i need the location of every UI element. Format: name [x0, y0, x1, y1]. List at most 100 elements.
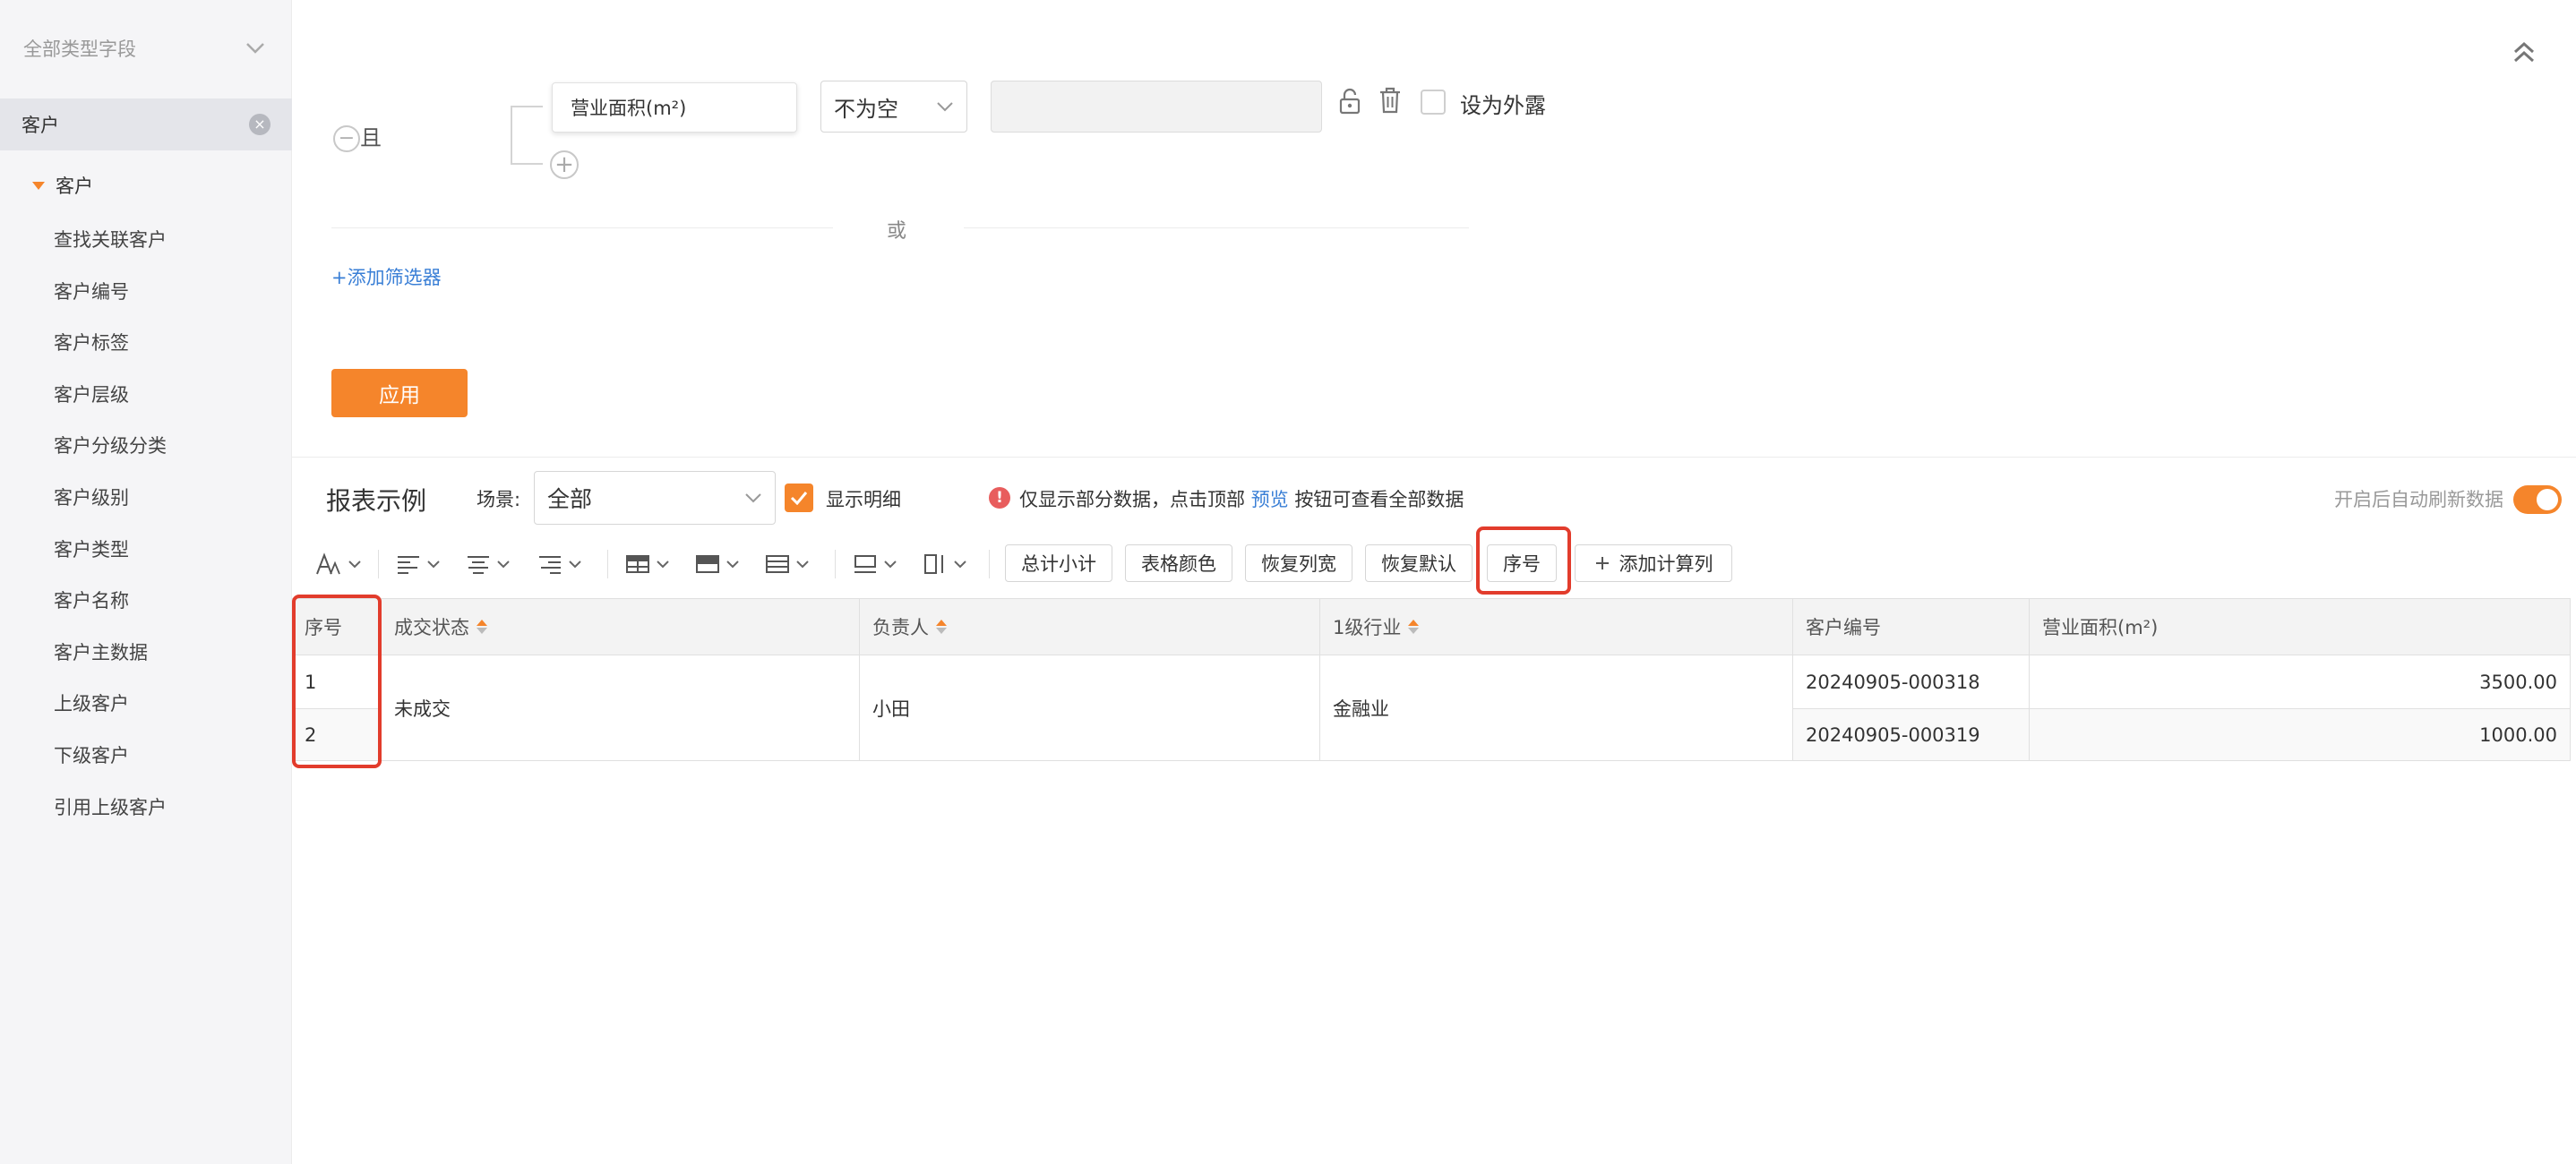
- subtotal-button[interactable]: 总计小计: [1005, 544, 1112, 582]
- tree-item[interactable]: 客户类型: [54, 528, 167, 580]
- selected-object-label: 客户: [21, 115, 59, 136]
- filter-field-select[interactable]: 营业面积(m²): [552, 82, 797, 133]
- column-header-owner[interactable]: 负责人: [860, 598, 1320, 655]
- section-divider: [292, 457, 2576, 458]
- tree-item[interactable]: 上级客户: [54, 682, 167, 734]
- tree-item[interactable]: 客户编号: [54, 270, 167, 322]
- chevron-down-icon: [242, 35, 269, 62]
- align-left-icon: [398, 556, 419, 574]
- tree-root-customer[interactable]: 客户: [32, 172, 93, 199]
- table-grid-icon: [626, 555, 649, 573]
- tree-item[interactable]: 查找关联客户: [54, 218, 167, 270]
- tree-item[interactable]: 下级客户: [54, 734, 167, 786]
- sidebar: 全部类型字段 客户 × 客户 查找关联客户 客户编号 客户标签 客户层级 客户分…: [0, 0, 292, 1164]
- scene-select[interactable]: 全部: [534, 471, 776, 525]
- notice-suffix: 按钮可查看全部数据: [1294, 489, 1464, 510]
- tree-item[interactable]: 引用上级客户: [54, 786, 167, 838]
- sort-icon[interactable]: [477, 620, 487, 634]
- field-type-select[interactable]: 全部类型字段: [0, 16, 292, 81]
- scene-select-value: 全部: [547, 486, 593, 512]
- column-header-label: 成交状态: [394, 617, 469, 638]
- show-detail-checkbox[interactable]: [785, 484, 813, 512]
- or-divider-left: [331, 227, 833, 228]
- tree-root-label: 客户: [56, 175, 93, 197]
- clear-icon[interactable]: ×: [249, 114, 270, 135]
- collapse-up-icon[interactable]: [2508, 36, 2540, 68]
- column-width-dropdown[interactable]: [923, 548, 967, 580]
- font-size-dropdown[interactable]: [315, 548, 362, 580]
- warning-icon: !: [989, 487, 1010, 509]
- chevron-down-icon: [954, 561, 966, 569]
- highlight-serial-column: [292, 595, 382, 768]
- filter-operator-select[interactable]: 不为空: [820, 81, 967, 133]
- table-cell-customer-no: 20240905-000318: [1793, 655, 2030, 709]
- table-layout-dropdown[interactable]: [625, 548, 670, 580]
- filter-operator-label: 不为空: [834, 96, 898, 122]
- row-style-dropdown[interactable]: [765, 548, 810, 580]
- column-header-deal-status[interactable]: 成交状态: [382, 598, 860, 655]
- chevron-down-icon: [884, 561, 897, 569]
- column-header-label: 营业面积(m²): [2042, 617, 2159, 638]
- column-header-area[interactable]: 营业面积(m²): [2030, 598, 2571, 655]
- tree-item[interactable]: 客户分级分类: [54, 424, 167, 476]
- expose-checkbox[interactable]: [1421, 90, 1446, 115]
- field-type-select-label: 全部类型字段: [23, 39, 136, 60]
- trash-icon[interactable]: [1378, 86, 1403, 115]
- reset-column-width-button[interactable]: 恢复列宽: [1245, 544, 1352, 582]
- caret-down-icon: [32, 181, 45, 190]
- chevron-down-icon: [427, 561, 440, 569]
- sort-icon[interactable]: [936, 620, 947, 634]
- apply-button[interactable]: 应用: [331, 369, 468, 417]
- chevron-down-icon: [569, 561, 581, 569]
- highlight-serial-button: [1476, 526, 1571, 595]
- show-detail-label: 显示明细: [826, 489, 901, 510]
- tree-item[interactable]: 客户级别: [54, 476, 167, 528]
- selected-object-tag[interactable]: 客户 ×: [0, 98, 292, 150]
- header-style-dropdown[interactable]: [695, 548, 740, 580]
- tree-item[interactable]: 客户主数据: [54, 631, 167, 683]
- align-right-dropdown[interactable]: [537, 548, 582, 580]
- table-rows-icon: [766, 555, 789, 573]
- chevron-down-icon: [657, 561, 669, 569]
- chevron-down-icon: [497, 561, 510, 569]
- field-tree: 查找关联客户 客户编号 客户标签 客户层级 客户分级分类 客户级别 客户类型 客…: [54, 218, 167, 837]
- auto-refresh-toggle[interactable]: [2513, 485, 2562, 514]
- remove-group-icon[interactable]: −: [333, 125, 360, 152]
- toolbar-separator: [607, 550, 608, 578]
- add-condition-icon[interactable]: +: [550, 150, 579, 179]
- tree-item[interactable]: 客户名称: [54, 579, 167, 631]
- table-cell-industry: 金融业: [1320, 655, 1793, 761]
- column-header-customer-no[interactable]: 客户编号: [1793, 598, 2030, 655]
- column-header-industry[interactable]: 1级行业: [1320, 598, 1793, 655]
- toolbar-separator: [989, 550, 990, 578]
- add-calculated-column-button[interactable]: 添加计算列: [1575, 544, 1732, 582]
- notice-prefix: 仅显示部分数据，点击顶部: [1019, 489, 1245, 510]
- reset-default-button[interactable]: 恢复默认: [1365, 544, 1473, 582]
- tree-item[interactable]: 客户标签: [54, 321, 167, 373]
- filter-value-input[interactable]: [991, 81, 1322, 133]
- report-table: 序号 成交状态 负责人 1级行业 客户编号 营业面积(m²) 1 2 未成交 小…: [292, 598, 2571, 761]
- plus-icon: [1595, 557, 1609, 569]
- table-cell-deal-status: 未成交: [382, 655, 860, 761]
- tree-item[interactable]: 客户层级: [54, 373, 167, 425]
- table-cell-area: 3500.00: [2030, 655, 2571, 709]
- align-center-dropdown[interactable]: [466, 548, 511, 580]
- unlock-icon[interactable]: [1338, 88, 1361, 115]
- chevron-down-icon: [745, 493, 761, 503]
- align-left-dropdown[interactable]: [396, 548, 441, 580]
- or-label: 或: [887, 220, 907, 243]
- align-center-icon: [468, 556, 489, 574]
- align-right-icon: [539, 556, 561, 574]
- column-header-label: 客户编号: [1806, 617, 1881, 638]
- checkmark-icon: [790, 492, 808, 505]
- scene-label: 场景:: [477, 489, 521, 510]
- preview-link[interactable]: 预览: [1251, 489, 1289, 510]
- add-calculated-column-label: 添加计算列: [1619, 553, 1713, 575]
- row-height-dropdown[interactable]: [853, 548, 897, 580]
- table-color-button[interactable]: 表格颜色: [1125, 544, 1232, 582]
- column-width-icon: [924, 554, 943, 574]
- sort-icon[interactable]: [1408, 620, 1420, 634]
- add-filter-link[interactable]: +添加筛选器: [331, 263, 442, 290]
- chevron-down-icon: [348, 561, 361, 569]
- condition-bracket: [511, 106, 543, 165]
